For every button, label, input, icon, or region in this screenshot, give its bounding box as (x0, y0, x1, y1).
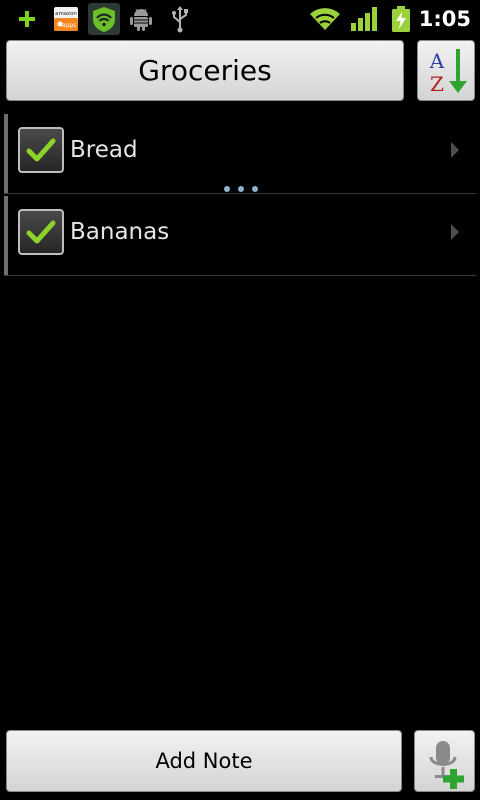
item-label: Bread (70, 137, 138, 163)
list-item[interactable]: Bananas (0, 194, 480, 276)
status-time: 1:05 (418, 7, 471, 31)
sort-letter-a: A (429, 49, 445, 73)
list-item[interactable]: Bread (0, 112, 480, 194)
signal-icon (348, 3, 380, 35)
chevron-right-icon (451, 224, 459, 240)
android-debug-icon (126, 3, 156, 35)
shield-icon (87, 3, 121, 35)
wifi-icon (306, 3, 344, 35)
drag-handle-icon[interactable] (222, 185, 260, 193)
add-note-label: Add Note (155, 749, 253, 773)
note-list: Bread Bananas (0, 112, 480, 276)
item-checkbox[interactable] (18, 127, 64, 173)
amazon-badge-text: amazon (55, 11, 77, 17)
voice-add-button[interactable] (414, 730, 475, 792)
battery-charging-icon (386, 3, 416, 35)
list-title-button[interactable]: Groceries (6, 40, 404, 101)
sort-az-icon: A Z (429, 49, 467, 96)
row-divider (4, 275, 476, 276)
sort-button[interactable]: A Z (417, 40, 475, 101)
sort-letter-z: Z (430, 72, 444, 96)
checkmark-icon (26, 138, 56, 162)
item-label: Bananas (70, 219, 170, 245)
microphone-add-icon (429, 741, 464, 789)
usb-icon (164, 3, 196, 35)
amazon-badge-subtext: apps (62, 22, 76, 29)
plus-icon (12, 3, 42, 35)
add-note-button[interactable]: Add Note (6, 730, 402, 792)
chevron-right-icon (451, 142, 459, 158)
item-accent-bar (4, 114, 8, 194)
page-title: Groceries (138, 54, 272, 87)
checkmark-icon (26, 220, 56, 244)
amazon-appstore-icon: amazon apps (50, 3, 82, 35)
item-accent-bar (4, 196, 8, 276)
status-bar: amazon apps 1:05 (0, 0, 480, 38)
item-checkbox[interactable] (18, 209, 64, 255)
